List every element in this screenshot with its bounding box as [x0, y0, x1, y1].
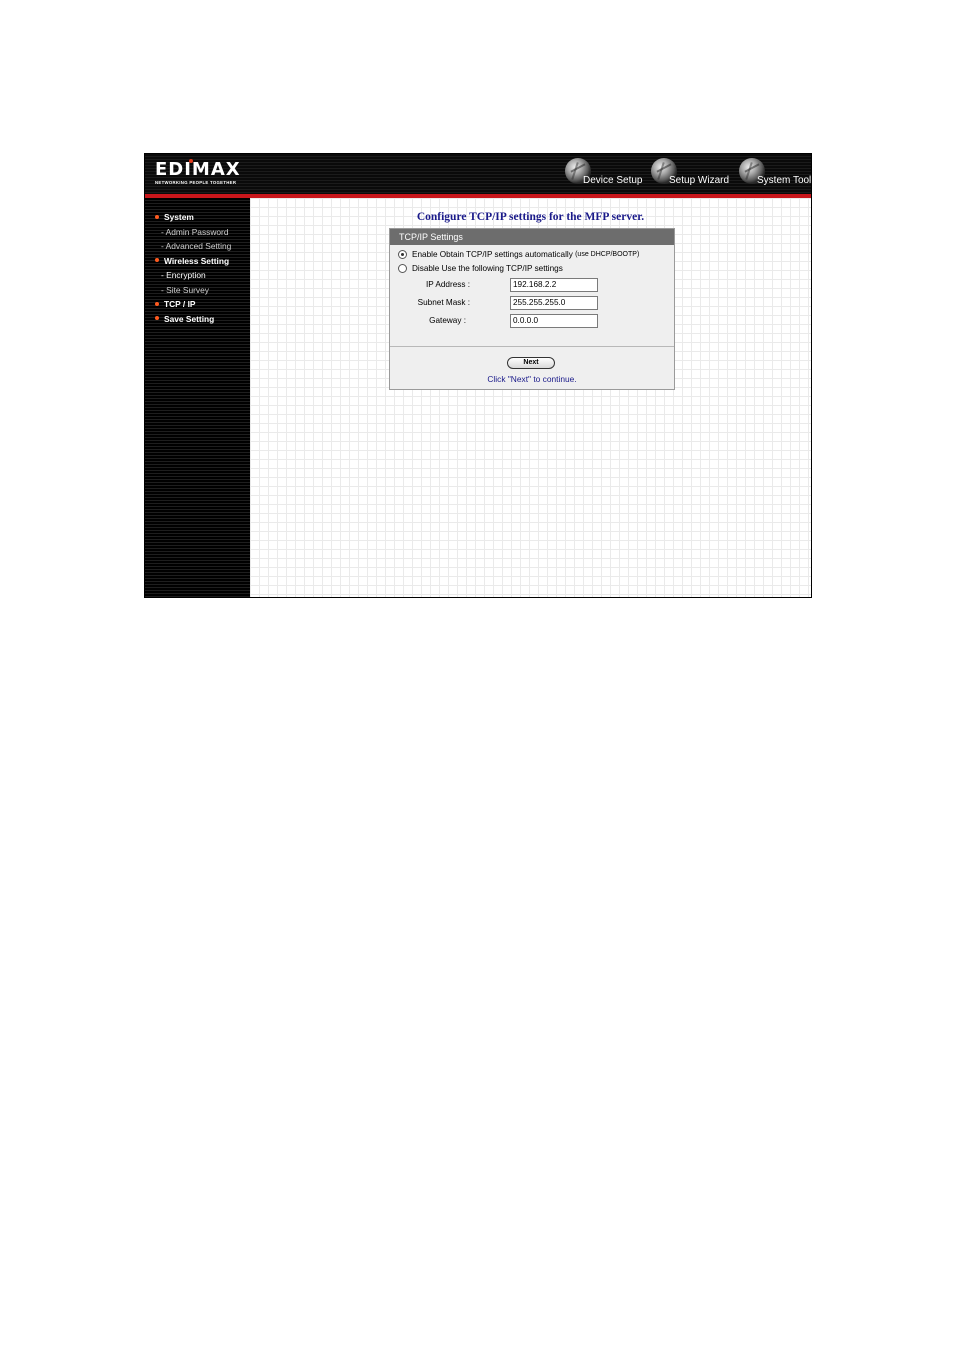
page-title: Configure TCP/IP settings for the MFP se… [416, 211, 645, 223]
browser-frame: EDIMAX NETWORKING PEOPLE TOGETHER Device… [144, 153, 812, 598]
option-manual-row[interactable]: Disable Use the following TCP/IP setting… [398, 262, 563, 274]
continue-hint: Click "Next" to continue. [487, 374, 577, 384]
nav-setup-wizard[interactable]: Setup Wizard [651, 158, 731, 188]
logo-wordmark: EDIMAX [155, 159, 241, 180]
logo-dot [189, 159, 193, 163]
sidebar-item-label: TCP / IP [164, 299, 196, 309]
sidebar-item-site-survey[interactable]: - Site Survey [155, 283, 231, 298]
panel-divider [390, 346, 674, 347]
sidebar-item-save-setting[interactable]: Save Setting [155, 312, 231, 327]
nav-system-tools[interactable]: System Tools [739, 158, 812, 188]
sidebar-item-advanced-setting[interactable]: - Advanced Setting [155, 239, 231, 254]
sidebar: System - Admin Password - Advanced Setti… [145, 198, 250, 597]
sidebar-item-label: - Advanced Setting [161, 241, 232, 251]
sidebar-item-label: - Encryption [161, 270, 206, 280]
header-bar: EDIMAX NETWORKING PEOPLE TOGETHER Device… [145, 154, 811, 194]
sidebar-item-label: Save Setting [164, 313, 215, 324]
sidebar-item-wireless-setting[interactable]: Wireless Setting [155, 254, 231, 269]
nav-device-setup[interactable]: Device Setup [565, 158, 643, 188]
option-auto-row[interactable]: Enable Obtain TCP/IP settings automatica… [398, 248, 639, 260]
sidebar-item-label: - Admin Password [161, 226, 229, 237]
bullet-icon [155, 214, 159, 219]
tcpip-settings-panel: TCP/IP Settings Enable Obtain TCP/IP set… [389, 228, 675, 390]
sidebar-item-label: System [164, 212, 194, 222]
edimax-logo: EDIMAX NETWORKING PEOPLE TOGETHER [155, 159, 241, 185]
sidebar-item-system[interactable]: System [155, 210, 231, 225]
ip-address-label: IP Address : [426, 280, 470, 289]
main-content: Configure TCP/IP settings for the MFP se… [250, 198, 811, 597]
sidebar-item-encryption[interactable]: - Encryption [155, 268, 231, 283]
subnet-mask-input[interactable]: 255.255.255.0 [510, 296, 598, 310]
sidebar-item-label: - Site Survey [161, 284, 209, 295]
sidebar-item-admin-password[interactable]: - Admin Password [155, 225, 231, 240]
nav-label: Device Setup [583, 175, 643, 186]
option-manual-label: Disable Use the following TCP/IP setting… [412, 263, 563, 273]
radio-manual[interactable] [398, 263, 407, 273]
ip-address-input[interactable]: 192.168.2.2 [510, 278, 598, 292]
sidebar-item-label: Wireless Setting [164, 255, 230, 266]
nav-label: System Tools [757, 175, 812, 186]
gateway-input[interactable]: 0.0.0.0 [510, 314, 598, 328]
bullet-icon [155, 258, 159, 263]
logo-tagline: NETWORKING PEOPLE TOGETHER [155, 180, 237, 185]
subnet-mask-label: Subnet Mask : [417, 298, 470, 307]
bullet-icon [155, 316, 159, 321]
sidebar-item-tcp-ip[interactable]: TCP / IP [155, 297, 231, 312]
option-auto-label: Enable Obtain TCP/IP settings automatica… [412, 249, 573, 259]
gateway-label: Gateway : [429, 316, 466, 325]
bullet-icon [155, 301, 159, 306]
sidebar-menu: System - Admin Password - Advanced Setti… [155, 210, 231, 326]
option-auto-note: (use DHCP/BOOTP) [575, 250, 640, 258]
panel-title: TCP/IP Settings [390, 229, 674, 245]
next-button[interactable]: Next [507, 357, 555, 369]
radio-auto[interactable] [398, 249, 407, 259]
nav-label: Setup Wizard [669, 175, 730, 186]
